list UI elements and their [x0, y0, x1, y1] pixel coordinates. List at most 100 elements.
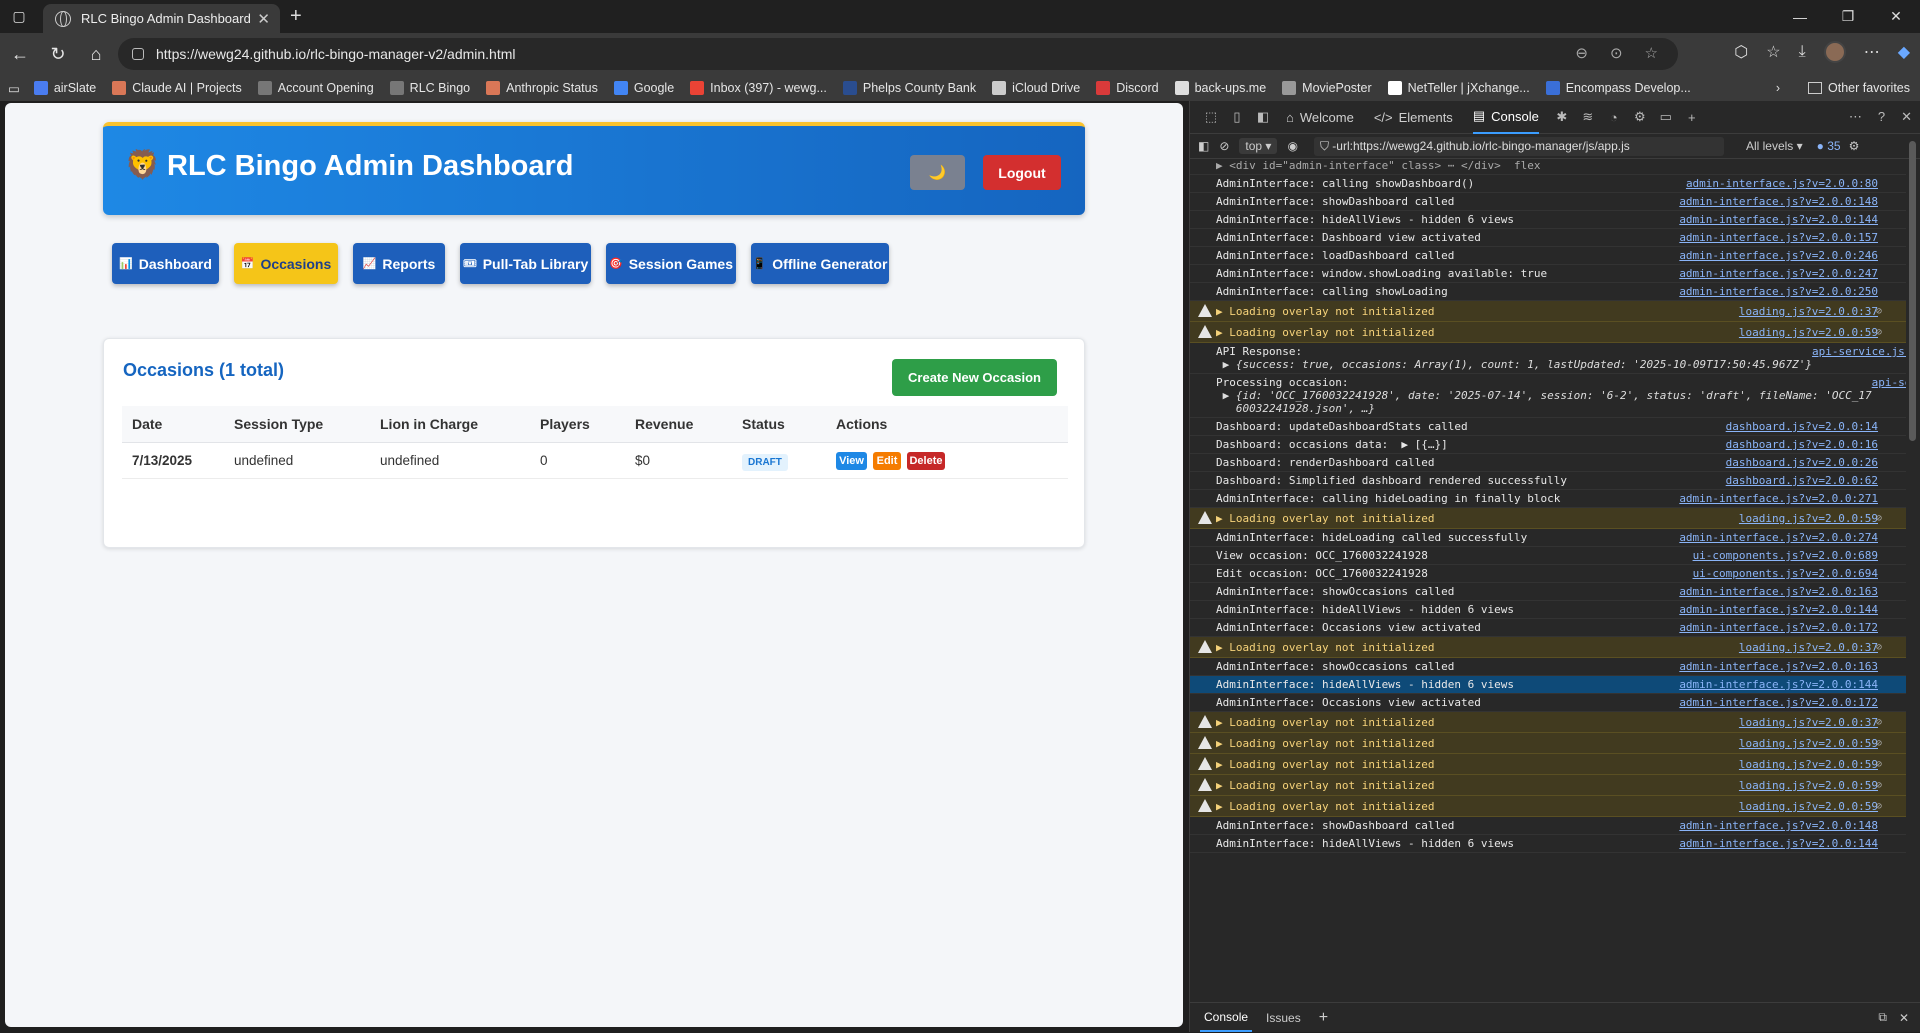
- console-message[interactable]: AdminInterface: calling hideLoading in f…: [1190, 490, 1906, 508]
- reading-list-icon[interactable]: ▭: [8, 81, 20, 96]
- minimize-icon[interactable]: —: [1776, 0, 1824, 33]
- console-message[interactable]: AdminInterface: hideLoading called succe…: [1190, 529, 1906, 547]
- other-favorites[interactable]: Other favorites: [1808, 81, 1910, 95]
- ai-explain-icon[interactable]: ⊘: [1876, 513, 1882, 524]
- console-message[interactable]: AdminInterface: showDashboard called admi…: [1190, 193, 1906, 211]
- bookmark-item[interactable]: airSlate: [33, 81, 96, 95]
- tab-actions-icon[interactable]: ▢: [0, 0, 38, 33]
- close-tab-icon[interactable]: ✕: [257, 10, 270, 28]
- nav-session-games-button[interactable]: 🎯 Session Games: [606, 243, 736, 284]
- theme-toggle-button[interactable]: 🌙: [910, 155, 965, 190]
- ai-explain-icon[interactable]: ⊘: [1876, 738, 1882, 749]
- source-link[interactable]: admin-interface.js?v=2.0.0:80: [1686, 177, 1878, 190]
- console-message[interactable]: AdminInterface: Occasions view activated…: [1190, 694, 1906, 712]
- source-link[interactable]: admin-interface.js?v=2.0.0:250: [1679, 285, 1878, 298]
- console-warning[interactable]: ▶ Loading overlay not initialized loading…: [1190, 301, 1906, 322]
- source-link[interactable]: ui-components.js?v=2.0.0:689: [1693, 549, 1878, 562]
- nav-pull-tab-library-button[interactable]: 🎟 Pull-Tab Library: [460, 243, 591, 284]
- restore-icon[interactable]: ❐: [1824, 0, 1872, 33]
- undock-icon[interactable]: ⧉: [1878, 1010, 1887, 1025]
- console-message[interactable]: AdminInterface: hideAllViews - hidden 6 …: [1190, 601, 1906, 619]
- delete-button[interactable]: Delete: [907, 451, 945, 470]
- bug-icon[interactable]: ✱: [1549, 109, 1575, 125]
- context-select[interactable]: top ▾: [1239, 138, 1278, 154]
- profile-avatar[interactable]: [1823, 41, 1846, 63]
- ai-explain-icon[interactable]: ⊘: [1876, 759, 1882, 770]
- nav-dashboard-button[interactable]: 📊 Dashboard: [112, 243, 219, 284]
- tab-welcome[interactable]: ⌂ Welcome: [1286, 110, 1354, 125]
- console-warning[interactable]: ▶ Loading overlay not initialized loading…: [1190, 733, 1906, 754]
- bookmark-item[interactable]: back-ups.me: [1174, 81, 1266, 95]
- ai-explain-icon[interactable]: ⊘: [1876, 801, 1882, 812]
- source-link[interactable]: admin-interface.js?v=2.0.0:271: [1679, 492, 1878, 505]
- console-message[interactable]: AdminInterface: showDashboard called admi…: [1190, 817, 1906, 835]
- console-warning[interactable]: ▶ Loading overlay not initialized loading…: [1190, 775, 1906, 796]
- extensions-icon[interactable]: ⬡: [1734, 42, 1748, 62]
- source-link[interactable]: ui-components.js?v=2.0.0:694: [1693, 567, 1878, 580]
- inspect-icon[interactable]: ⬚: [1198, 109, 1224, 125]
- add-tab-icon[interactable]: +: [1679, 110, 1705, 125]
- performance-icon[interactable]: ◔: [1601, 110, 1627, 125]
- bookmark-item[interactable]: Claude AI | Projects: [112, 81, 242, 95]
- address-bar[interactable]: https://wewg24.github.io/rlc-bingo-manag…: [118, 38, 1678, 70]
- source-link[interactable]: admin-interface.js?v=2.0.0:148: [1679, 195, 1878, 208]
- source-link[interactable]: admin-interface.js?v=2.0.0:148: [1679, 819, 1878, 832]
- console-message[interactable]: Dashboard: updateDashboardStats called da…: [1190, 418, 1906, 436]
- site-info-icon[interactable]: [132, 48, 144, 60]
- bookmark-item[interactable]: Discord: [1096, 81, 1159, 95]
- console-warning[interactable]: ▶ Loading overlay not initialized loading…: [1190, 322, 1906, 343]
- source-link[interactable]: api-service.js?v=2.0.0:71: [1812, 345, 1906, 358]
- console-message[interactable]: AdminInterface: hideAllViews - hidden 6 …: [1190, 835, 1906, 853]
- tab-console[interactable]: ▤ Console: [1472, 101, 1539, 134]
- nav-offline-generator-button[interactable]: 📱 Offline Generator: [751, 243, 889, 284]
- issues-count-badge[interactable]: ● 35: [1817, 139, 1841, 153]
- console-filter-input[interactable]: ⛉ -url:https://wewg24.github.io/rlc-bing…: [1313, 136, 1724, 156]
- source-link[interactable]: dashboard.js?v=2.0.0:14: [1726, 420, 1878, 433]
- console-message[interactable]: View occasion: OCC_1760032241928 ui-compo…: [1190, 547, 1906, 565]
- new-tab-icon[interactable]: +: [290, 5, 302, 28]
- console-message[interactable]: AdminInterface: calling showDashboard() a…: [1190, 175, 1906, 193]
- live-expression-icon[interactable]: ◉: [1287, 139, 1297, 153]
- console-message[interactable]: Dashboard: renderDashboard called dashboa…: [1190, 454, 1906, 472]
- bookmark-item[interactable]: iCloud Drive: [992, 81, 1080, 95]
- home-icon[interactable]: ⌂: [78, 36, 114, 72]
- source-link[interactable]: admin-interface.js?v=2.0.0:172: [1679, 621, 1878, 634]
- ai-explain-icon[interactable]: ⊘: [1876, 306, 1882, 317]
- source-link[interactable]: loading.js?v=2.0.0:59: [1739, 800, 1878, 813]
- source-link[interactable]: dashboard.js?v=2.0.0:62: [1726, 474, 1878, 487]
- source-link[interactable]: loading.js?v=2.0.0:59: [1739, 758, 1878, 771]
- console-message[interactable]: Processing occasion: ▶ {id: 'OCC_1760032…: [1190, 374, 1906, 418]
- console-message[interactable]: AdminInterface: hideAllViews - hidden 6 …: [1190, 676, 1906, 694]
- source-link[interactable]: admin-interface.js?v=2.0.0:163: [1679, 660, 1878, 673]
- view-button[interactable]: View: [836, 451, 867, 470]
- bookmark-item[interactable]: Encompass Develop...: [1545, 81, 1691, 95]
- source-link[interactable]: dashboard.js?v=2.0.0:26: [1726, 456, 1878, 469]
- source-link[interactable]: loading.js?v=2.0.0:59: [1739, 512, 1878, 525]
- console-warning[interactable]: ▶ Loading overlay not initialized loading…: [1190, 508, 1906, 529]
- more-menu-icon[interactable]: ⋯: [1864, 42, 1880, 62]
- log-levels-select[interactable]: All levels ▾: [1746, 139, 1803, 153]
- source-link[interactable]: loading.js?v=2.0.0:37: [1739, 641, 1878, 654]
- bookmark-item[interactable]: RLC Bingo: [389, 81, 470, 95]
- close-devtools-icon[interactable]: ✕: [1901, 109, 1912, 125]
- console-scrollbar[interactable]: [1909, 141, 1916, 441]
- source-link[interactable]: loading.js?v=2.0.0:59: [1739, 326, 1878, 339]
- create-occasion-button[interactable]: Create New Occasion: [892, 359, 1057, 396]
- ai-explain-icon[interactable]: ⊘: [1876, 327, 1882, 338]
- source-link[interactable]: admin-interface.js?v=2.0.0:157: [1679, 231, 1878, 244]
- console-warning[interactable]: ▶ Loading overlay not initialized loading…: [1190, 637, 1906, 658]
- source-link[interactable]: loading.js?v=2.0.0:37: [1739, 716, 1878, 729]
- bookmark-item[interactable]: Account Opening: [257, 81, 374, 95]
- logout-button[interactable]: Logout: [983, 155, 1061, 190]
- console-warning[interactable]: ▶ Loading overlay not initialized loading…: [1190, 796, 1906, 817]
- source-link[interactable]: admin-interface.js?v=2.0.0:163: [1679, 585, 1878, 598]
- application-icon[interactable]: ▭: [1653, 109, 1679, 125]
- console-message[interactable]: AdminInterface: showOccasions called admi…: [1190, 658, 1906, 676]
- settings-gear-icon[interactable]: ⚙: [1627, 109, 1653, 125]
- tab-elements[interactable]: </> Elements: [1374, 110, 1453, 125]
- console-message[interactable]: AdminInterface: Dashboard view activated…: [1190, 229, 1906, 247]
- console-message[interactable]: AdminInterface: calling showLoading admin…: [1190, 283, 1906, 301]
- clear-console-icon[interactable]: ⊘: [1219, 139, 1229, 153]
- edit-button[interactable]: Edit: [873, 451, 901, 470]
- bookmark-item[interactable]: MoviePoster: [1282, 81, 1372, 95]
